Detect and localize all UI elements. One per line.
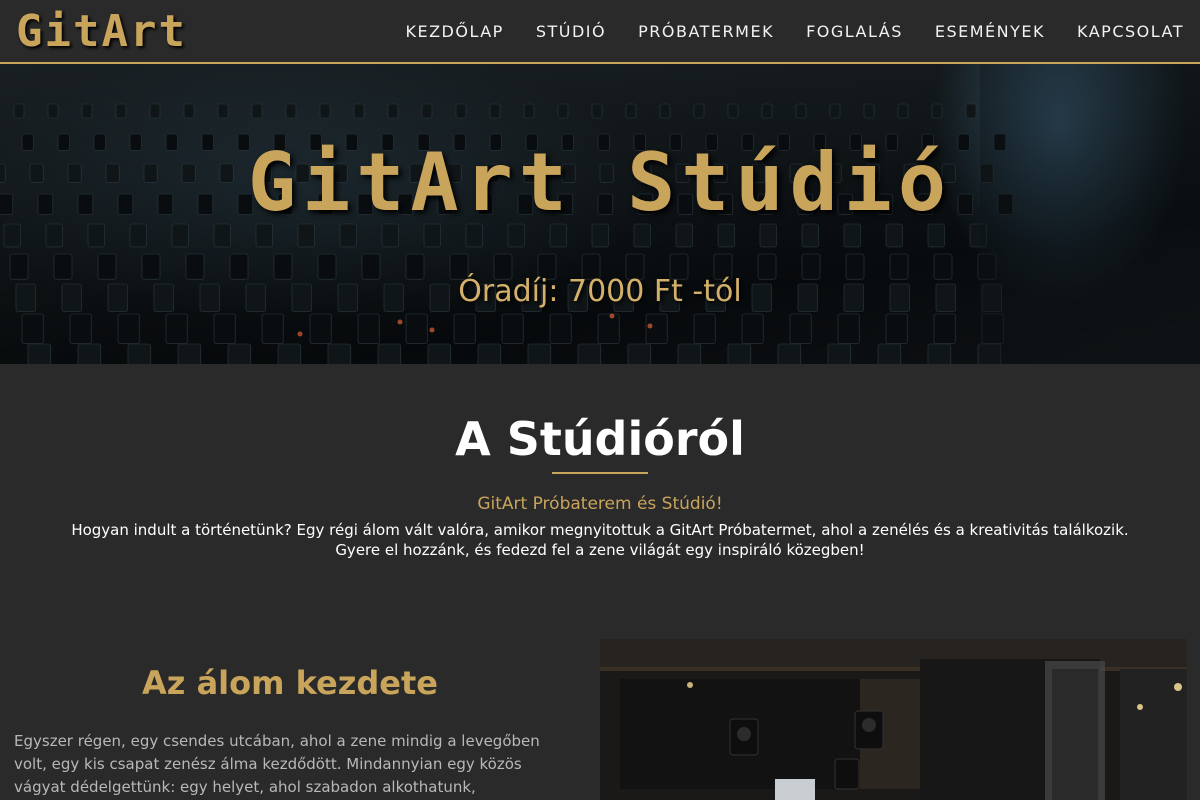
hero-title: GitArt Stúdió (247, 136, 953, 229)
nav-item-foglalas[interactable]: FOGLALÁS (806, 22, 903, 41)
story-text: Egyszer régen, egy csendes utcában, ahol… (14, 732, 540, 796)
about-subtitle: GitArt Próbaterem és Stúdió! (477, 494, 723, 514)
about-text: Hogyan indult a történetünk? Egy régi ál… (60, 520, 1140, 560)
story-title: Az álom kezdete (142, 664, 438, 702)
nav-item-kapcsolat[interactable]: KAPCSOLAT (1077, 22, 1184, 41)
studio-photo-image (600, 639, 1187, 800)
about-text-line: Hogyan indult a történetünk? Egy régi ál… (71, 521, 1129, 539)
title-divider (552, 472, 648, 474)
hero-banner: GitArt Stúdió Óradíj: 7000 Ft -tól (0, 64, 1200, 364)
about-title: A Stúdióról (455, 412, 745, 466)
main-nav: KEZDŐLAP STÚDIÓ PRÓBATERMEK FOGLALÁS ESE… (373, 0, 1184, 62)
studio-photo (600, 639, 1187, 800)
nav-item-kezdolap[interactable]: KEZDŐLAP (405, 22, 503, 41)
logo[interactable]: GitArt (16, 6, 187, 57)
nav-item-studio[interactable]: STÚDIÓ (536, 22, 606, 41)
navbar: GitArt KEZDŐLAP STÚDIÓ PRÓBATERMEK FOGLA… (0, 0, 1200, 64)
hero-price: Óradíj: 7000 Ft -tól (458, 274, 742, 309)
nav-item-esemenyek[interactable]: ESEMÉNYEK (935, 22, 1045, 41)
nav-item-probatermek[interactable]: PRÓBATERMEK (638, 22, 774, 41)
about-text-line: Gyere el hozzánk, és fedezd fel a zene v… (335, 541, 865, 559)
